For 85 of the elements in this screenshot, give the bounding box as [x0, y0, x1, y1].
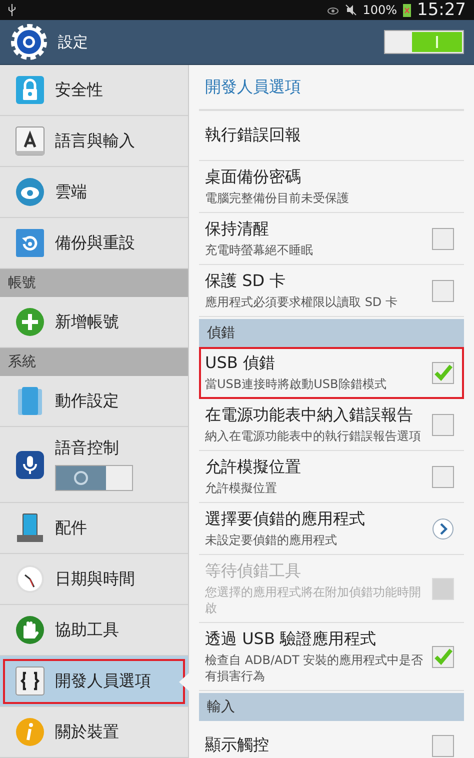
battery-level: 100% [362, 3, 397, 17]
setting-title: 桌面備份密碼 [205, 167, 302, 188]
setting-row[interactable]: 保持清醒 充電時螢幕絕不睡眠 [199, 213, 464, 265]
setting-row[interactable]: 選擇要偵錯的應用程式 未設定要偵錯的應用程式 [199, 503, 464, 555]
category-header: 輸入 [199, 693, 464, 721]
setting-row[interactable]: 顯示觸控 [199, 721, 464, 758]
lock-icon [15, 75, 45, 105]
sidebar-item[interactable]: 安全性 [0, 65, 188, 116]
sidebar-item[interactable]: 配件 [0, 503, 188, 554]
item-label: 配件 [55, 518, 87, 538]
eye-icon [326, 5, 339, 15]
sidebar-item[interactable]: 語音控制 [0, 427, 188, 503]
checkbox[interactable] [432, 734, 454, 756]
hand-icon [15, 615, 45, 645]
setting-description: 充電時螢幕絕不睡眠 [205, 242, 314, 258]
setting-description: 納入在電源功能表中的執行錯誤報告選項 [205, 428, 422, 444]
microphone-icon [15, 450, 45, 480]
setting-row[interactable]: 允許模擬位置 允許模擬位置 [199, 451, 464, 503]
item-label: 關於裝置 [55, 722, 119, 742]
braces-icon [15, 666, 45, 696]
setting-title: 選擇要偵錯的應用程式 [205, 509, 366, 530]
chevron-icon[interactable] [432, 518, 454, 540]
dock-icon [15, 513, 45, 543]
setting-title: 等待偵錯工具 [205, 561, 302, 582]
setting-title: 保護 SD 卡 [205, 271, 287, 292]
setting-title: 允許模擬位置 [205, 457, 302, 478]
setting-description: 應用程式必須要求權限以讀取 SD 卡 [205, 294, 398, 310]
setting-title: USB 偵錯 [205, 353, 276, 374]
setting-row[interactable]: 桌面備份密碼 電腦完整備份目前未受保護 [199, 161, 464, 213]
setting-row[interactable]: 透過 USB 驗證應用程式 檢查自 ADB/ADT 安裝的應用程式中是否有損害行為 [199, 623, 464, 691]
add-icon [15, 307, 45, 337]
item-label: 新增帳號 [55, 312, 119, 332]
setting-row[interactable]: 執行錯誤回報 [199, 111, 464, 161]
window-title: 設定 [58, 32, 89, 52]
checkbox[interactable] [432, 280, 454, 302]
gear-icon [10, 23, 48, 61]
setting-title: 顯示觸控 [205, 735, 270, 756]
setting-description: 您選擇的應用程式將在附加偵錯功能時開啟 [205, 584, 422, 616]
sidebar-header: 系統 [0, 348, 188, 376]
checkbox[interactable] [432, 414, 454, 436]
setting-title: 在電源功能表中納入錯誤報告 [205, 405, 414, 426]
sidebar-item[interactable]: 語言與輸入 [0, 116, 188, 167]
item-label: 開發人員選項 [55, 670, 151, 692]
setting-title: 執行錯誤回報 [205, 125, 302, 146]
item-label: 備份與重設 [55, 232, 135, 254]
setting-description: 當USB連接時將啟動USB除錯模式 [205, 376, 388, 392]
clock: 15:27 [417, 0, 466, 20]
setting-title: 透過 USB 驗證應用程式 [205, 629, 378, 650]
item-label: 安全性 [55, 80, 103, 100]
item-label: 語言與輸入 [55, 130, 135, 152]
checkbox[interactable] [432, 362, 454, 384]
keyboard-key-icon [15, 126, 45, 156]
toggle-switch[interactable] [55, 465, 133, 491]
setting-description: 未設定要偵錯的應用程式 [205, 532, 338, 548]
setting-description: 允許模擬位置 [205, 480, 278, 496]
checkbox[interactable] [432, 466, 454, 488]
item-label: 協助工具 [55, 620, 119, 640]
mute-icon [344, 4, 357, 16]
checkbox[interactable] [432, 228, 454, 250]
setting-row[interactable]: 保護 SD 卡 應用程式必須要求權限以讀取 SD 卡 [199, 265, 464, 317]
sidebar-item[interactable]: 開發人員選項 [0, 656, 188, 707]
category-header: 偵錯 [199, 319, 464, 347]
setting-row[interactable]: 在電源功能表中納入錯誤報告 納入在電源功能表中的執行錯誤報告選項 [199, 399, 464, 451]
sidebar-item[interactable]: 雲端 [0, 167, 188, 218]
checkbox[interactable] [432, 646, 454, 668]
battery-icon [403, 3, 411, 17]
info-icon [15, 717, 45, 747]
sidebar-item[interactable]: 日期與時間 [0, 554, 188, 605]
setting-row[interactable]: USB 偵錯 當USB連接時將啟動USB除錯模式 [199, 347, 464, 399]
setting-description: 電腦完整備份目前未受保護 [205, 190, 350, 206]
selection-pointer [179, 673, 189, 691]
item-label: 日期與時間 [55, 568, 135, 590]
sidebar-item[interactable]: 關於裝置 [0, 707, 188, 758]
section-title: 開發人員選項 [199, 65, 464, 111]
clock-icon [15, 564, 45, 594]
sidebar-header: 帳號 [0, 269, 188, 297]
usb-icon [8, 4, 16, 16]
tablet-icon [15, 386, 45, 416]
master-switch[interactable] [384, 30, 464, 54]
item-label: 動作設定 [55, 390, 119, 412]
setting-description: 檢查自 ADB/ADT 安裝的應用程式中是否有損害行為 [205, 652, 424, 684]
setting-title: 保持清醒 [205, 219, 270, 240]
item-label: 雲端 [55, 182, 87, 202]
item-label: 語音控制 [55, 438, 120, 459]
sidebar-item[interactable]: 動作設定 [0, 376, 188, 427]
